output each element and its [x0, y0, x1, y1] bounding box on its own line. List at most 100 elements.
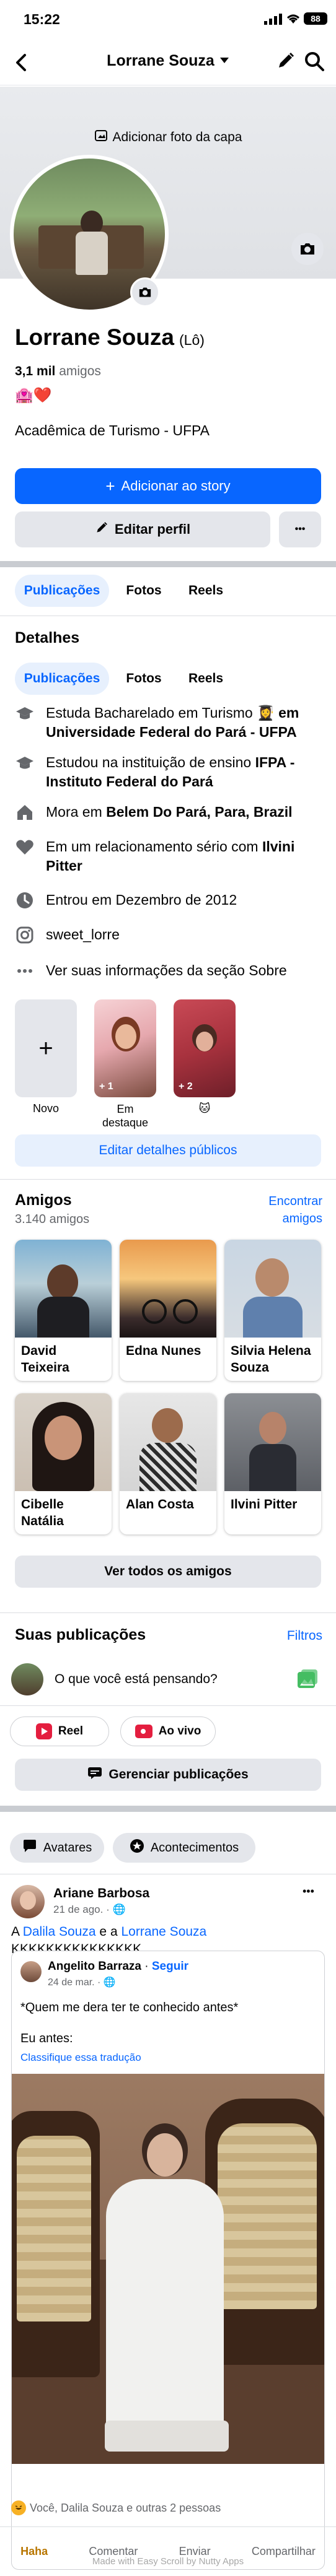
friend-card[interactable]: Silvia Helena Souza: [224, 1240, 321, 1381]
highlight-new[interactable]: +: [15, 999, 77, 1097]
friend-card[interactable]: Ilvini Pitter: [224, 1393, 321, 1534]
tab-label: Publicações: [24, 671, 100, 685]
pencil-icon: [95, 521, 108, 538]
add-story-button[interactable]: + Adicionar ao story: [15, 468, 321, 504]
friend-photo: [224, 1240, 321, 1338]
send-button[interactable]: Enviar: [179, 2534, 211, 2558]
shared-photo[interactable]: [12, 2074, 324, 2464]
profile-name-row: Lorrane Souza (Lô): [15, 324, 205, 350]
friend-photo: [15, 1393, 112, 1491]
composer-input[interactable]: O que você está pensando?: [55, 1672, 218, 1687]
highlight-featured[interactable]: + 1: [94, 999, 156, 1097]
friend-name: Silvia Helena Souza: [231, 1344, 311, 1375]
share-button[interactable]: Compartilhar: [252, 2534, 316, 2558]
section-line: [0, 1612, 336, 1613]
tab-reels[interactable]: Reels: [176, 575, 236, 607]
more-options-button[interactable]: •••: [279, 511, 321, 547]
photo-icon[interactable]: [296, 1668, 319, 1692]
posts-heading: Suas publicações: [15, 1626, 146, 1643]
avatar-camera-icon[interactable]: [130, 277, 160, 307]
highlight-cat[interactable]: + 2: [174, 999, 236, 1097]
detail-study-current: Estuda Bacharelado em Turismo 👩‍🎓 em Uni…: [15, 703, 325, 742]
friends-count: 3,1 mil: [15, 364, 56, 378]
home-icon: [15, 803, 35, 822]
mention-link[interactable]: Dalila Souza: [23, 1925, 96, 1939]
status-bar: 15:22 88: [0, 0, 336, 40]
search-icon[interactable]: [304, 51, 325, 75]
see-all-friends-button[interactable]: Ver todos os amigos: [15, 1556, 321, 1588]
instagram-icon: [15, 925, 35, 945]
edit-profile-label: Editar perfil: [114, 521, 191, 537]
find-friends-link[interactable]: Encontrar amigos: [254, 1193, 322, 1227]
details-tab-fotos[interactable]: Fotos: [119, 663, 169, 695]
shared-author[interactable]: Angelito Barraza: [48, 1960, 141, 1973]
friend-card[interactable]: Alan Costa: [120, 1393, 216, 1534]
detail-text: Em um relacionamento sério com Ilvini Pi…: [46, 838, 295, 874]
more-dots-label: •••: [294, 524, 306, 534]
friend-photo: [224, 1393, 321, 1491]
detail-joined: Entrou em Dezembro de 2012: [15, 890, 325, 910]
heart-icon: [15, 837, 35, 857]
shared-author-line: Angelito Barraza · Seguir: [48, 1960, 188, 1973]
friend-card[interactable]: Edna Nunes: [120, 1240, 216, 1381]
clock-icon: [15, 890, 35, 910]
tab-publicacoes[interactable]: Publicações: [15, 575, 109, 607]
friend-photo: [15, 1240, 112, 1338]
signal-icon: [264, 14, 283, 28]
details-tab-reels[interactable]: Reels: [176, 663, 236, 695]
edit-profile-button[interactable]: Editar perfil: [15, 511, 270, 547]
live-video-icon: [135, 1725, 153, 1738]
reactions-row[interactable]: Você, Dalila Souza e outras 2 pessoas: [11, 2500, 221, 2515]
highlight-label: Novo: [32, 1102, 60, 1115]
friends-word: amigos: [59, 364, 101, 378]
haha-action-button[interactable]: Haha: [20, 2534, 48, 2558]
friend-card[interactable]: Cibelle Natália: [15, 1393, 112, 1534]
shared-post-card[interactable]: Angelito Barraza · Seguir 24 de mar. · 🌐…: [11, 1951, 325, 2570]
highlight-label: 🐱: [198, 1102, 211, 1115]
friend-card[interactable]: David Teixeira: [15, 1240, 112, 1381]
post-author-avatar[interactable]: [11, 1885, 45, 1918]
post-author[interactable]: Ariane Barbosa: [53, 1886, 149, 1901]
translate-rating-link[interactable]: Classifique essa tradução: [20, 2052, 141, 2064]
plus-icon: +: [105, 477, 115, 495]
profile-name: Lorrane Souza: [15, 324, 174, 350]
edit-public-details-button[interactable]: Editar detalhes públicos: [15, 1134, 321, 1167]
follow-link[interactable]: Seguir: [152, 1960, 188, 1973]
events-chip[interactable]: Acontecimentos: [113, 1833, 255, 1863]
photo-add-icon: [94, 129, 108, 146]
events-label: Acontecimentos: [150, 1840, 239, 1855]
status-time: 15:22: [24, 11, 60, 27]
shared-author-avatar: [20, 1961, 42, 1982]
edit-pencil-icon[interactable]: [276, 51, 296, 74]
filters-link[interactable]: Filtros: [273, 1629, 322, 1643]
reel-label: Reel: [58, 1725, 84, 1738]
graduation-cap-icon: [15, 703, 35, 723]
friends-heading: Amigos: [15, 1191, 72, 1209]
detail-see-about[interactable]: Ver suas informações da seção Sobre: [15, 961, 325, 981]
detail-instagram[interactable]: sweet_lorre: [15, 925, 325, 945]
live-button[interactable]: Ao vivo: [120, 1717, 216, 1746]
add-story-label: Adicionar ao story: [121, 478, 231, 494]
add-cover-photo-button[interactable]: Adicionar foto da capa: [0, 129, 336, 146]
section-divider: [0, 1806, 336, 1812]
tab-fotos[interactable]: Fotos: [119, 575, 169, 607]
see-all-friends-label: Ver todos os amigos: [104, 1564, 232, 1578]
composer-avatar: [11, 1663, 43, 1695]
watermark: Made with Easy Scroll by Nutty Apps: [92, 2556, 244, 2567]
profile-nickname: (Lô): [179, 332, 205, 348]
comment-button[interactable]: Comentar: [89, 2534, 138, 2558]
avatars-chip[interactable]: Avatares: [10, 1833, 104, 1863]
reel-button[interactable]: Reel: [10, 1717, 109, 1746]
manage-posts-button[interactable]: Gerenciar publicações: [15, 1759, 321, 1791]
friends-count-line[interactable]: 3,1 mil amigos: [15, 364, 101, 379]
profile-bio: Acadêmica de Turismo - UFPA: [15, 422, 210, 438]
cover-camera-icon[interactable]: [291, 233, 324, 265]
top-nav: Lorrane Souza: [0, 40, 336, 85]
details-tab-publicacoes[interactable]: Publicações: [15, 663, 109, 695]
mention-link[interactable]: Lorrane Souza: [121, 1925, 206, 1939]
friend-name: Ilvini Pitter: [231, 1497, 298, 1512]
post-more-button[interactable]: •••: [303, 1885, 314, 1898]
highlight-badge: + 1: [99, 1081, 113, 1092]
avatar-chat-icon: [22, 1839, 37, 1856]
reactions-text: Você, Dalila Souza e outras 2 pessoas: [30, 2501, 221, 2514]
